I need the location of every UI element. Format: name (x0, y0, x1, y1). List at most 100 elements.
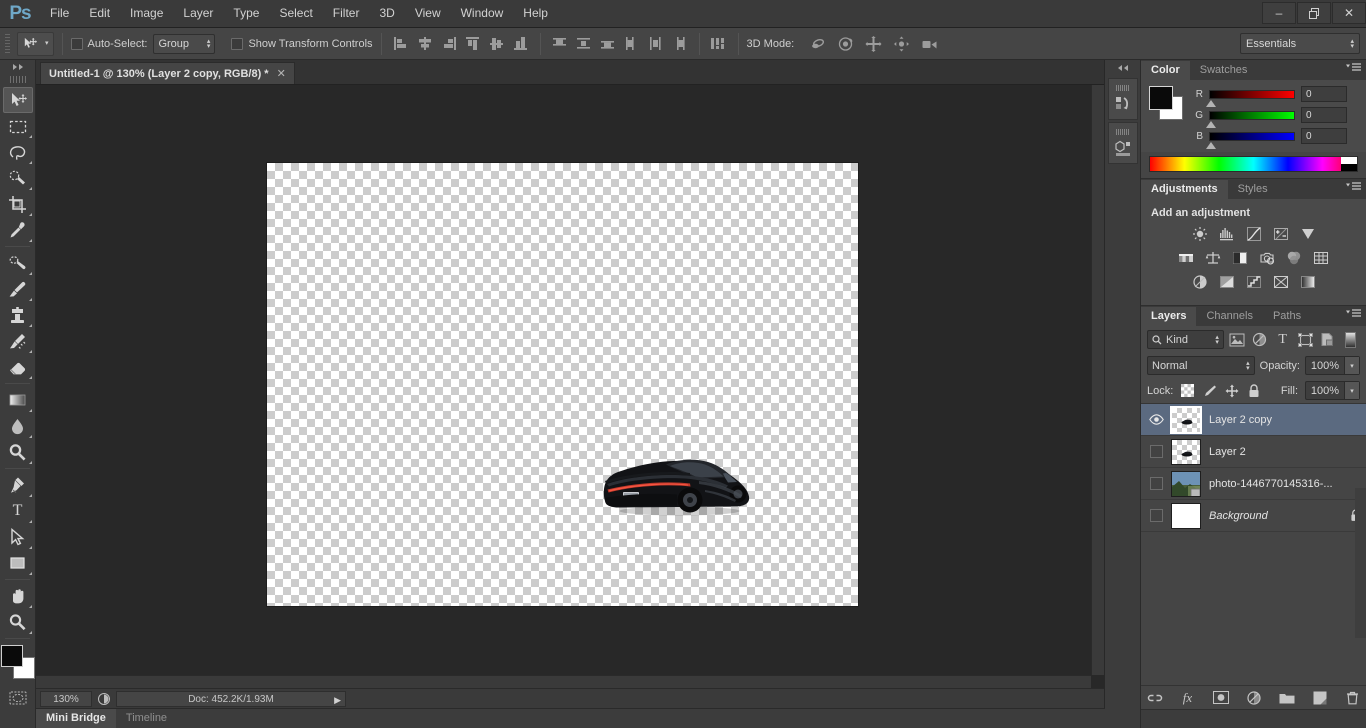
properties-panel-button[interactable] (1108, 122, 1138, 164)
tab-layers[interactable]: Layers (1141, 307, 1196, 326)
3d-scale-camera-icon[interactable] (918, 33, 940, 55)
menu-select[interactable]: Select (269, 0, 322, 27)
layer-list[interactable]: Layer 2 copyLayer 2photo-1446770145316-.… (1141, 403, 1366, 532)
document-info-icon[interactable] (92, 692, 116, 706)
lock-position-icon[interactable] (1224, 383, 1239, 398)
align-top-edges-icon[interactable] (462, 33, 484, 55)
channel-value-b[interactable]: 0 (1301, 128, 1347, 144)
add-layer-mask-icon[interactable] (1213, 690, 1229, 706)
layer-name[interactable]: Layer 2 (1209, 446, 1344, 458)
align-bottom-edges-icon[interactable] (510, 33, 532, 55)
tool-flyout-triangle-icon[interactable] (29, 435, 32, 438)
channel-value-g[interactable]: 0 (1301, 107, 1347, 123)
auto-select-scope-dropdown[interactable]: Group ▴▾ (153, 34, 215, 54)
hand-tool[interactable] (3, 583, 33, 609)
layer-visibility-cell[interactable] (1141, 445, 1171, 458)
delete-layer-icon[interactable] (1345, 690, 1361, 706)
new-layer-icon[interactable] (1312, 690, 1328, 706)
eraser-tool[interactable] (3, 354, 33, 380)
color-lookup-icon[interactable] (1313, 249, 1330, 266)
tool-flyout-triangle-icon[interactable] (29, 546, 32, 549)
align-right-edges-icon[interactable] (438, 33, 460, 55)
menu-image[interactable]: Image (120, 0, 173, 27)
menu-window[interactable]: Window (451, 0, 514, 27)
menu-type[interactable]: Type (223, 0, 269, 27)
clone-stamp-tool[interactable] (3, 302, 33, 328)
menu-help[interactable]: Help (513, 0, 558, 27)
tool-flyout-triangle-icon[interactable] (29, 298, 32, 301)
tab-styles[interactable]: Styles (1228, 180, 1278, 199)
color-balance-icon[interactable] (1205, 249, 1222, 266)
levels-icon[interactable] (1218, 225, 1235, 242)
spot-healing-brush-tool[interactable] (3, 250, 33, 276)
document-size-info[interactable]: Doc: 452.2K/1.93M ▶ (116, 691, 346, 707)
eye-icon[interactable] (1149, 414, 1164, 425)
filter-shape-icon[interactable] (1296, 330, 1315, 349)
layer-thumbnail[interactable] (1171, 407, 1201, 433)
canvas-area[interactable] (36, 85, 1104, 688)
filter-pixel-icon[interactable] (1228, 330, 1247, 349)
quick-selection-tool[interactable] (3, 165, 33, 191)
3d-slide-icon[interactable] (890, 33, 912, 55)
tool-flyout-triangle-icon[interactable] (29, 494, 32, 497)
layer-visibility-cell[interactable] (1141, 509, 1171, 522)
canvas-vertical-scrollbar[interactable] (1091, 85, 1104, 675)
distribute-right-edges-icon[interactable] (669, 33, 691, 55)
channel-slider-r[interactable] (1209, 90, 1295, 99)
zoom-tool[interactable] (3, 609, 33, 635)
auto-select-checkbox[interactable] (71, 38, 83, 50)
tool-flyout-triangle-icon[interactable] (29, 213, 32, 216)
slider-thumb[interactable] (1206, 121, 1216, 128)
path-selection-tool[interactable] (3, 524, 33, 550)
tool-flyout-triangle-icon[interactable] (29, 376, 32, 379)
channel-slider-b[interactable] (1209, 132, 1295, 141)
document-tab[interactable]: Untitled-1 @ 130% (Layer 2 copy, RGB/8) … (40, 62, 295, 84)
tool-flyout-triangle-icon[interactable] (29, 572, 32, 575)
status-expand-icon[interactable]: ▶ (334, 692, 341, 708)
brightness-contrast-icon[interactable] (1191, 225, 1208, 242)
layer-visibility-cell[interactable] (1141, 477, 1171, 490)
tool-flyout-triangle-icon[interactable] (29, 520, 32, 523)
tab-swatches[interactable]: Swatches (1190, 61, 1258, 80)
tool-flyout-triangle-icon[interactable] (29, 461, 32, 464)
color-panel-swatches[interactable] (1149, 86, 1183, 120)
layers-panel-menu-icon[interactable] (1346, 309, 1361, 318)
channel-value-r[interactable]: 0 (1301, 86, 1347, 102)
opacity-chevron-down-icon[interactable]: ▾ (1344, 357, 1359, 374)
slider-thumb[interactable] (1206, 100, 1216, 107)
photo-filter-icon[interactable] (1259, 249, 1276, 266)
layer-visibility-toggle[interactable] (1150, 477, 1163, 490)
layer-thumbnail[interactable] (1171, 439, 1201, 465)
bottom-tab-mini-bridge[interactable]: Mini Bridge (36, 709, 116, 728)
horizontal-type-tool[interactable]: T (3, 498, 33, 524)
pen-tool[interactable] (3, 472, 33, 498)
close-icon[interactable]: ✕ (277, 67, 286, 80)
layer-thumbnail[interactable] (1171, 471, 1201, 497)
threshold-icon[interactable] (1245, 273, 1262, 290)
move-tool[interactable] (3, 87, 33, 113)
channel-slider-g[interactable] (1209, 111, 1295, 120)
menu-layer[interactable]: Layer (173, 0, 223, 27)
layer-style-fx-icon[interactable]: fx (1180, 690, 1196, 706)
brush-tool[interactable] (3, 276, 33, 302)
lock-transparent-pixels-icon[interactable] (1180, 383, 1195, 398)
layer-row[interactable]: Layer 2 (1141, 436, 1366, 468)
gradient-tool[interactable] (3, 387, 33, 413)
align-left-edges-icon[interactable] (390, 33, 412, 55)
posterize-icon[interactable] (1218, 273, 1235, 290)
lasso-tool[interactable] (3, 139, 33, 165)
dodge-tool[interactable] (3, 439, 33, 465)
layers-scrollbar[interactable] (1355, 488, 1366, 638)
fill-chevron-down-icon[interactable]: ▾ (1344, 382, 1359, 399)
tool-flyout-triangle-icon[interactable] (29, 239, 32, 242)
gradient-map-icon[interactable] (1299, 273, 1316, 290)
menu-edit[interactable]: Edit (79, 0, 120, 27)
history-brush-tool[interactable] (3, 328, 33, 354)
history-panel-button[interactable] (1108, 78, 1138, 120)
rectangle-tool[interactable] (3, 550, 33, 576)
new-adjustment-layer-icon[interactable] (1246, 690, 1262, 706)
tool-flyout-triangle-icon[interactable] (29, 272, 32, 275)
tool-flyout-triangle-icon[interactable] (29, 409, 32, 412)
distribute-bottom-edges-icon[interactable] (597, 33, 619, 55)
toolbar-collapse-button[interactable] (0, 60, 35, 74)
